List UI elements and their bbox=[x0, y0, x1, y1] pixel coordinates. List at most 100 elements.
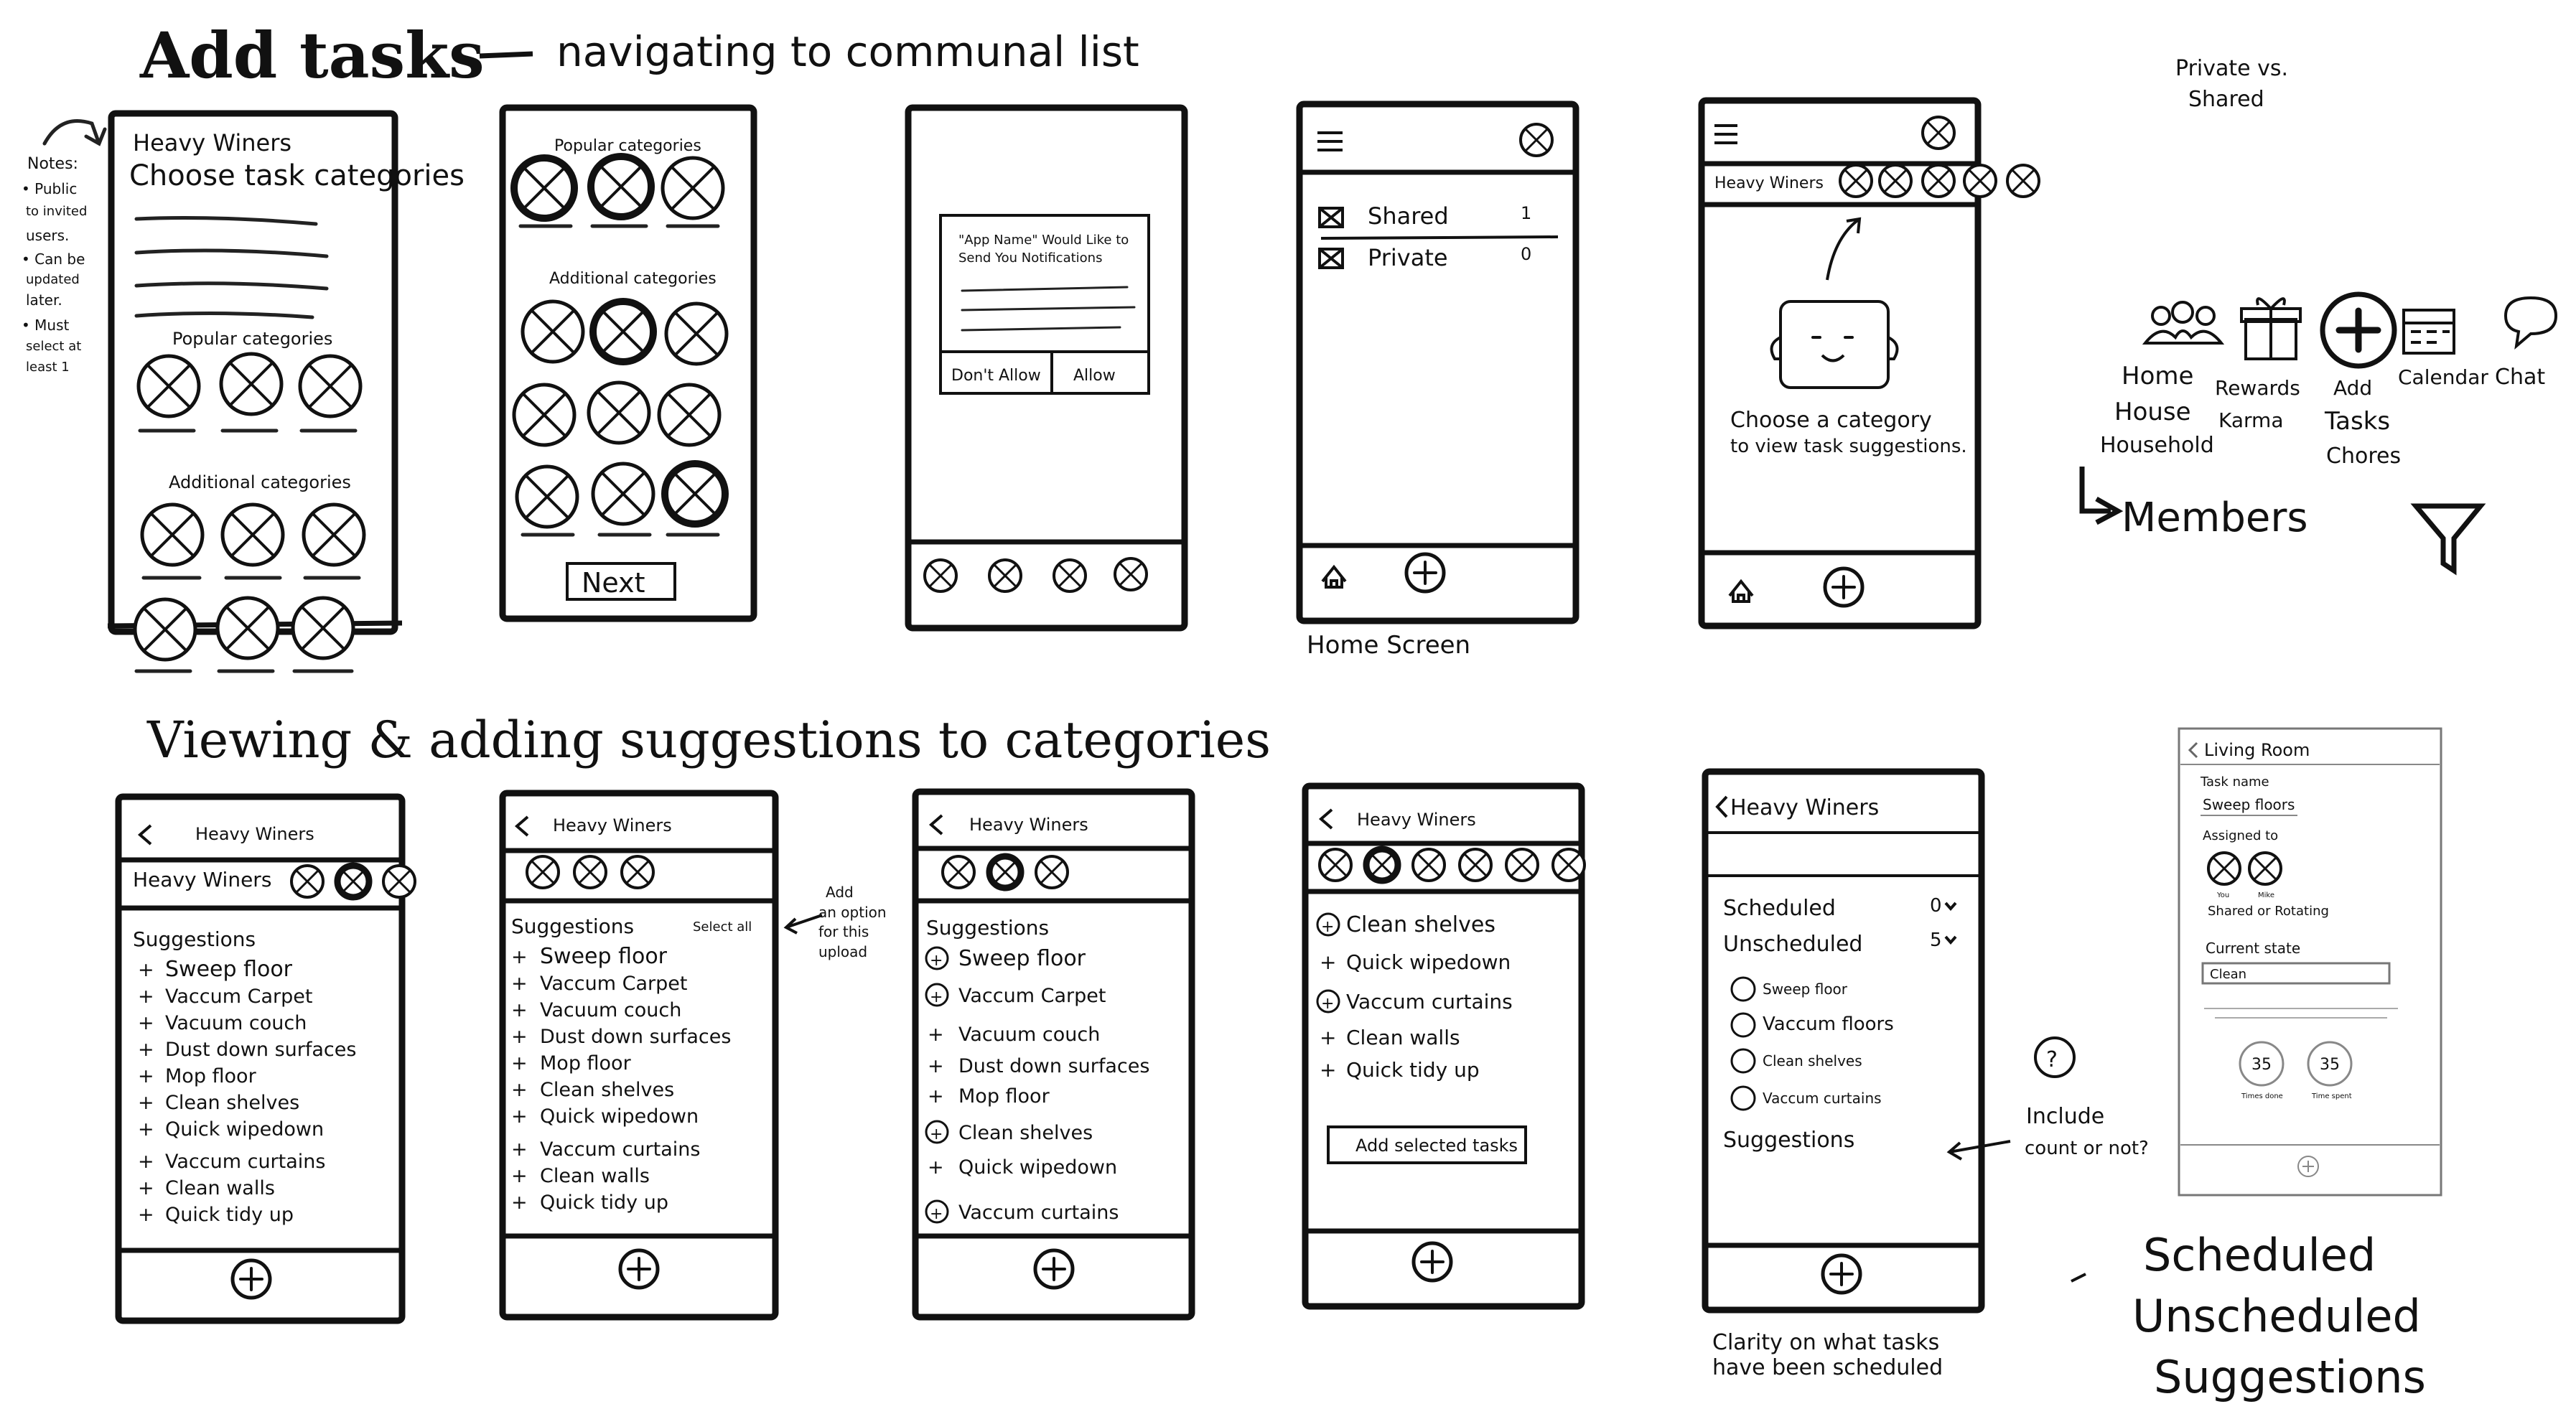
add-icon[interactable] bbox=[1823, 1255, 1860, 1293]
plus-icon[interactable]: + bbox=[511, 1105, 528, 1128]
category-icon-selected[interactable] bbox=[591, 156, 651, 217]
category-icon[interactable] bbox=[1878, 164, 1913, 198]
category-icon[interactable] bbox=[221, 354, 281, 414]
add-icon[interactable] bbox=[1035, 1250, 1073, 1288]
plus-icon[interactable]: + bbox=[511, 1138, 528, 1161]
check-circle-icon[interactable] bbox=[1730, 1048, 1756, 1074]
category-icon[interactable] bbox=[290, 864, 325, 899]
category-icon[interactable] bbox=[941, 855, 976, 889]
category-icon[interactable] bbox=[514, 385, 574, 445]
plus-icon[interactable]: + bbox=[928, 1024, 944, 1046]
category-icon[interactable] bbox=[593, 464, 653, 524]
category-icon[interactable] bbox=[1411, 848, 1446, 882]
plus-icon[interactable]: + bbox=[511, 1079, 528, 1101]
plus-icon[interactable]: + bbox=[1320, 1058, 1336, 1082]
add-icon[interactable] bbox=[1406, 554, 1444, 591]
category-icon[interactable] bbox=[1505, 848, 1539, 882]
plus-icon[interactable]: + bbox=[1320, 950, 1336, 974]
list-name: Private bbox=[1368, 244, 1448, 271]
category-icon[interactable] bbox=[620, 855, 655, 889]
category-icon[interactable] bbox=[223, 505, 283, 565]
close-icon[interactable] bbox=[1519, 123, 1554, 157]
allow-button[interactable]: Allow bbox=[1073, 367, 1116, 385]
plus-icon[interactable]: + bbox=[138, 986, 154, 1008]
category-icon[interactable] bbox=[1458, 848, 1493, 882]
category-icon-selected[interactable] bbox=[665, 464, 725, 524]
plus-icon[interactable]: + bbox=[928, 1085, 944, 1108]
category-icon[interactable] bbox=[1035, 855, 1069, 889]
plus-icon[interactable]: + bbox=[138, 1039, 154, 1061]
category-icon[interactable] bbox=[1839, 164, 1873, 198]
svg-text:Clean: Clean bbox=[2210, 967, 2246, 982]
avatar[interactable] bbox=[2207, 851, 2241, 886]
category-icon-selected[interactable] bbox=[593, 301, 653, 362]
category-icon-selected[interactable] bbox=[337, 866, 369, 897]
suggestion-item: Clean shelves bbox=[1346, 912, 1495, 937]
close-icon[interactable] bbox=[1921, 116, 1956, 150]
suggestion-item: Vacuum couch bbox=[540, 999, 681, 1021]
category-icon[interactable] bbox=[666, 304, 727, 364]
plus-icon[interactable]: + bbox=[928, 1055, 944, 1077]
category-icon[interactable] bbox=[573, 855, 607, 889]
plus-icon[interactable]: + bbox=[138, 1151, 154, 1173]
plus-icon[interactable]: + bbox=[138, 959, 154, 981]
category-icon[interactable] bbox=[1921, 164, 1956, 198]
category-icon[interactable] bbox=[1551, 848, 1586, 882]
avatar[interactable] bbox=[2248, 851, 2282, 886]
plus-icon[interactable]: + bbox=[138, 1012, 154, 1034]
dash bbox=[2071, 1273, 2086, 1283]
add-icon[interactable] bbox=[1825, 568, 1862, 606]
category-icon[interactable] bbox=[1318, 848, 1353, 882]
category-icon[interactable] bbox=[218, 598, 278, 658]
plus-icon[interactable]: + bbox=[511, 946, 528, 968]
plus-icon[interactable]: + bbox=[138, 1092, 154, 1114]
add-icon[interactable] bbox=[620, 1250, 658, 1288]
plus-icon[interactable]: + bbox=[138, 1177, 154, 1199]
category-icon[interactable] bbox=[304, 505, 364, 565]
category-icon[interactable] bbox=[517, 467, 577, 527]
category-icon[interactable] bbox=[523, 301, 583, 362]
plus-icon[interactable]: + bbox=[1320, 1026, 1336, 1049]
category-icon[interactable] bbox=[1053, 558, 1087, 593]
screen-add-selected: Heavy Winers + Clean shelves + Quick wiped… bbox=[1302, 782, 1586, 1310]
unscheduled-note: Unscheduled bbox=[2132, 1290, 2421, 1342]
add-icon[interactable] bbox=[1414, 1243, 1451, 1281]
category-icon[interactable] bbox=[135, 599, 195, 660]
category-icon[interactable] bbox=[1114, 557, 1148, 591]
category-icon[interactable] bbox=[300, 356, 360, 416]
category-icon-selected[interactable] bbox=[1366, 849, 1398, 881]
suggestion-item: Vaccum curtains bbox=[1346, 990, 1513, 1014]
category-icon[interactable] bbox=[663, 158, 723, 218]
category-icon[interactable] bbox=[526, 855, 560, 889]
category-icon[interactable] bbox=[923, 558, 958, 593]
plus-icon[interactable]: + bbox=[511, 973, 528, 995]
add-icon[interactable] bbox=[233, 1260, 270, 1298]
plus-icon[interactable]: + bbox=[928, 1156, 944, 1179]
group-name: Heavy Winers bbox=[195, 824, 314, 844]
category-icon[interactable] bbox=[2006, 164, 2040, 198]
category-icon[interactable] bbox=[589, 383, 649, 443]
category-icon[interactable] bbox=[382, 864, 416, 899]
plus-icon[interactable]: + bbox=[511, 1052, 528, 1075]
dont-allow-button[interactable]: Don't Allow bbox=[951, 367, 1041, 385]
category-icon[interactable] bbox=[293, 598, 353, 658]
check-circle-icon[interactable] bbox=[1730, 1085, 1756, 1111]
category-icon-selected[interactable] bbox=[989, 856, 1021, 888]
check-circle-icon[interactable] bbox=[1730, 1012, 1756, 1038]
funnel-icon bbox=[2410, 503, 2486, 576]
plus-icon[interactable]: + bbox=[138, 1065, 154, 1087]
category-icon[interactable] bbox=[988, 558, 1022, 593]
plus-icon[interactable]: + bbox=[138, 1204, 154, 1226]
category-icon[interactable] bbox=[1963, 164, 1997, 198]
check-circle-icon[interactable] bbox=[1730, 976, 1756, 1002]
plus-icon[interactable]: + bbox=[511, 1026, 528, 1048]
plus-icon[interactable]: + bbox=[511, 999, 528, 1021]
plus-icon[interactable]: + bbox=[511, 1165, 528, 1187]
plus-icon[interactable]: + bbox=[511, 1192, 528, 1214]
category-icon[interactable] bbox=[142, 505, 202, 565]
category-icon-selected[interactable] bbox=[514, 158, 574, 218]
category-icon[interactable] bbox=[139, 356, 199, 416]
plus-icon[interactable]: + bbox=[138, 1118, 154, 1141]
category-icon[interactable] bbox=[659, 385, 719, 445]
select-all-link[interactable]: Select all bbox=[693, 919, 752, 935]
